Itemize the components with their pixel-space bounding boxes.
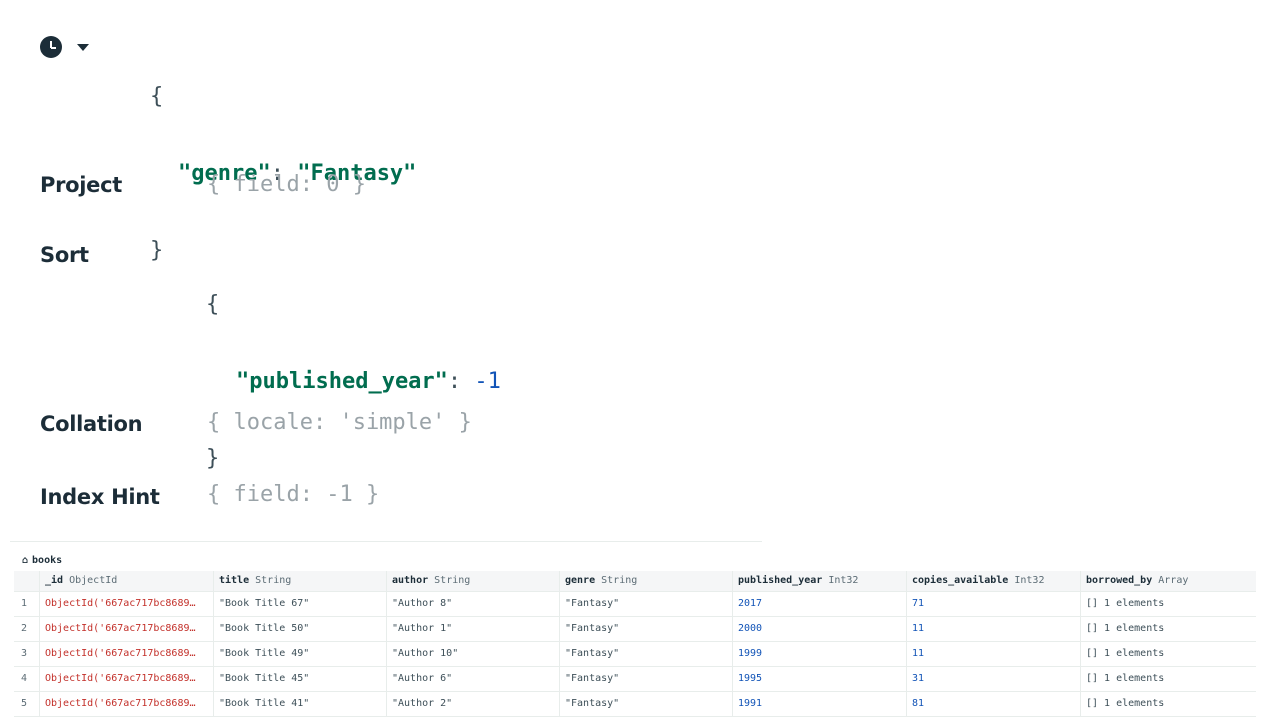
table-row[interactable]: 5 ObjectId('667ac717bc8689… "Book Title … (14, 692, 1256, 717)
year-cell[interactable]: 1991 (733, 692, 907, 716)
title-cell[interactable]: "Book Title 49" (214, 642, 387, 666)
genre-cell[interactable]: "Fantasy" (560, 592, 733, 616)
sort-editor[interactable]: { "published_year": -1 } (206, 242, 501, 496)
row-number: 2 (14, 617, 40, 641)
borrowed-cell[interactable]: [] 1 elements (1081, 642, 1256, 666)
borrowed-cell[interactable]: [] 1 elements (1081, 692, 1256, 716)
row-number: 1 (14, 592, 40, 616)
year-cell[interactable]: 1999 (733, 642, 907, 666)
borrowed-cell[interactable]: [] 1 elements (1081, 617, 1256, 641)
history-icon[interactable] (40, 36, 62, 58)
column-header[interactable]: genre String (560, 571, 733, 591)
id-cell[interactable]: ObjectId('667ac717bc8689… (40, 667, 214, 691)
home-icon: ⌂ (22, 555, 29, 566)
copies-cell[interactable]: 11 (907, 617, 1081, 641)
id-cell[interactable]: ObjectId('667ac717bc8689… (40, 642, 214, 666)
tab-books[interactable]: ⌂ books (14, 551, 73, 573)
title-cell[interactable]: "Book Title 50" (214, 617, 387, 641)
year-cell[interactable]: 1995 (733, 667, 907, 691)
title-cell[interactable]: "Book Title 67" (214, 592, 387, 616)
tab-label: books (32, 555, 63, 566)
table-row[interactable]: 4 ObjectId('667ac717bc8689… "Book Title … (14, 667, 1256, 692)
sort-label: Sort (40, 243, 89, 267)
filter-open-brace: { (150, 84, 164, 109)
collation-label: Collation (40, 412, 143, 436)
title-cell[interactable]: "Book Title 41" (214, 692, 387, 716)
author-cell[interactable]: "Author 6" (387, 667, 560, 691)
row-number-header (14, 571, 40, 591)
table-row[interactable]: 2 ObjectId('667ac717bc8689… "Book Title … (14, 617, 1256, 642)
column-header[interactable]: borrowed_by Array (1081, 571, 1256, 591)
borrowed-cell[interactable]: [] 1 elements (1081, 592, 1256, 616)
copies-cell[interactable]: 71 (907, 592, 1081, 616)
row-number: 5 (14, 692, 40, 716)
id-cell[interactable]: ObjectId('667ac717bc8689… (40, 692, 214, 716)
id-cell[interactable]: ObjectId('667ac717bc8689… (40, 617, 214, 641)
author-cell[interactable]: "Author 2" (387, 692, 560, 716)
row-number: 3 (14, 642, 40, 666)
copies-cell[interactable]: 11 (907, 642, 1081, 666)
sort-line: "published_year": -1 (236, 369, 501, 394)
borrowed-cell[interactable]: [] 1 elements (1081, 667, 1256, 691)
year-cell[interactable]: 2000 (733, 617, 907, 641)
column-header[interactable]: published_year Int32 (733, 571, 907, 591)
table-row[interactable]: 1 ObjectId('667ac717bc8689… "Book Title … (14, 592, 1256, 617)
index-hint-label: Index Hint (40, 485, 160, 509)
author-cell[interactable]: "Author 1" (387, 617, 560, 641)
row-number: 4 (14, 667, 40, 691)
author-cell[interactable]: "Author 10" (387, 642, 560, 666)
project-label: Project (40, 173, 123, 197)
author-cell[interactable]: "Author 8" (387, 592, 560, 616)
genre-cell[interactable]: "Fantasy" (560, 692, 733, 716)
sort-close-brace: } (206, 446, 220, 471)
divider (10, 541, 762, 542)
sort-open-brace: { (206, 292, 220, 317)
column-header[interactable]: copies_available Int32 (907, 571, 1081, 591)
column-header[interactable]: title String (214, 571, 387, 591)
chevron-down-icon[interactable] (77, 44, 89, 51)
table-header: _id ObjectId title String author String … (14, 571, 1256, 592)
results-table: _id ObjectId title String author String … (14, 571, 1256, 717)
genre-cell[interactable]: "Fantasy" (560, 617, 733, 641)
genre-cell[interactable]: "Fantasy" (560, 642, 733, 666)
table-row[interactable]: 3 ObjectId('667ac717bc8689… "Book Title … (14, 642, 1256, 667)
year-cell[interactable]: 2017 (733, 592, 907, 616)
column-header[interactable]: author String (387, 571, 560, 591)
copies-cell[interactable]: 81 (907, 692, 1081, 716)
id-cell[interactable]: ObjectId('667ac717bc8689… (40, 592, 214, 616)
project-input[interactable]: { field: 0 } (207, 172, 366, 197)
genre-cell[interactable]: "Fantasy" (560, 667, 733, 691)
copies-cell[interactable]: 31 (907, 667, 1081, 691)
column-header[interactable]: _id ObjectId (40, 571, 214, 591)
title-cell[interactable]: "Book Title 45" (214, 667, 387, 691)
index-hint-input[interactable]: { field: -1 } (207, 482, 379, 507)
collation-input[interactable]: { locale: 'simple' } (207, 410, 472, 435)
